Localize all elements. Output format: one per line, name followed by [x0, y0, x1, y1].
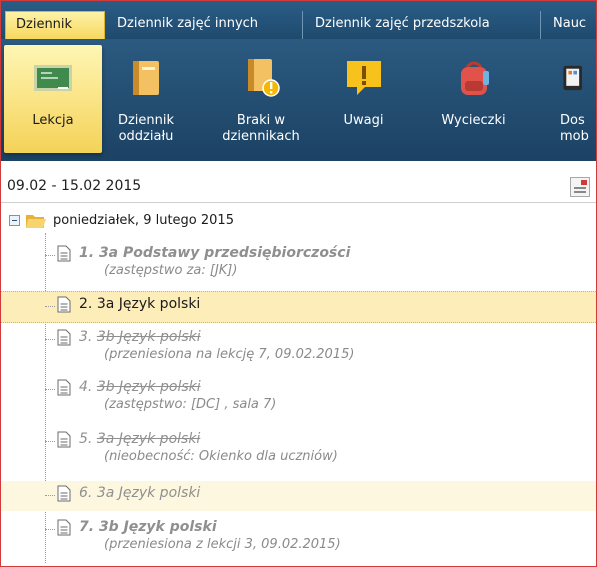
book-icon: [133, 61, 159, 95]
lesson-title: 7. 3b Język polski: [79, 519, 217, 535]
tab-dziennik-zajec-przedszkola[interactable]: Dziennik zajęć przedszkola: [305, 11, 541, 39]
document-icon: [57, 245, 71, 262]
lesson-title: 2. 3a Język polski: [79, 296, 201, 312]
tab-dziennik[interactable]: Dziennik: [5, 11, 105, 39]
lesson-note: (nieobecność: Okienko dla uczniów): [104, 449, 338, 464]
dostep-mobilny-label: Dos mob: [560, 113, 589, 144]
lesson-row-3[interactable]: 3. 3b Język polski (przeniesiona na lekc…: [1, 325, 596, 373]
collapse-icon[interactable]: [9, 215, 20, 226]
blackboard-icon: [34, 65, 72, 91]
ribbon-toolbar: Lekcja Dziennik oddziału Braki w dzienni…: [1, 39, 596, 161]
lesson-note: (zastępstwo: [DC] , sala 7): [104, 397, 277, 412]
lesson-title: 6. 3a Język polski: [79, 485, 201, 501]
document-icon: [57, 379, 71, 396]
dostep-mobilny-button[interactable]: Dos mob: [554, 45, 596, 153]
lesson-title: 5. 3a Język polski: [79, 431, 201, 447]
document-icon: [57, 485, 71, 502]
lesson-row-5[interactable]: 5. 3a Język polski (nieobecność: Okienko…: [1, 427, 596, 475]
document-icon: [57, 519, 71, 536]
lesson-title: 3. 3b Język polski: [79, 329, 201, 345]
dziennik-oddzialu-button[interactable]: Dziennik oddziału: [106, 45, 186, 153]
note-warning-icon: [346, 61, 381, 95]
lesson-row-1[interactable]: 1. 3a Podstawy przedsiębiorczości (zastę…: [1, 241, 596, 289]
day-label: poniedziałek, 9 lutego 2015: [53, 213, 234, 228]
uwagi-button[interactable]: Uwagi: [326, 45, 401, 153]
wycieczki-label: Wycieczki: [441, 113, 506, 128]
braki-w-dziennikach-label: Braki w dziennikach: [222, 113, 300, 144]
open-folder-icon: [26, 215, 46, 228]
tab-nauczyciele[interactable]: Nauc: [543, 11, 596, 39]
braki-w-dziennikach-button[interactable]: Braki w dziennikach: [211, 45, 311, 153]
lesson-title: 1. 3a Podstawy przedsiębiorczości: [79, 245, 351, 261]
lesson-note: (zastępstwo za: [JK]): [104, 263, 238, 278]
mobile-icon: [563, 65, 582, 91]
lesson-note: (przeniesiona z lekcji 3, 09.02.2015): [104, 537, 341, 552]
lesson-row-6[interactable]: 6. 3a Język polski: [1, 481, 596, 511]
document-icon: [57, 329, 71, 346]
lesson-row-4[interactable]: 4. 3b Język polski (zastępstwo: [DC] , s…: [1, 375, 596, 423]
tab-dziennik-zajec-innych[interactable]: Dziennik zajęć innych: [107, 11, 303, 39]
document-icon: [57, 431, 71, 448]
lekcja-label: Lekcja: [32, 113, 74, 128]
date-range-bar: 09.02 - 15.02 2015: [1, 172, 596, 203]
uwagi-label: Uwagi: [343, 113, 384, 128]
tab-bar: Dziennik Dziennik zajęć innych Dziennik …: [1, 1, 596, 39]
lesson-note: (przeniesiona na lekcję 7, 09.02.2015): [104, 347, 355, 362]
backpack-icon: [460, 61, 489, 95]
calendar-icon[interactable]: [570, 177, 590, 197]
lesson-row-7[interactable]: 7. 3b Język polski (przeniesiona z lekcj…: [1, 515, 596, 563]
book-warning-icon: [248, 59, 280, 97]
document-icon: [57, 296, 71, 313]
lesson-row-2[interactable]: 2. 3a Język polski: [1, 291, 596, 323]
lekcja-button[interactable]: Lekcja: [4, 45, 102, 153]
dziennik-oddzialu-label: Dziennik oddziału: [117, 113, 175, 144]
lesson-title: 4. 3b Język polski: [79, 379, 201, 395]
lesson-tree: poniedziałek, 9 lutego 2015 1. 3a Podsta…: [1, 203, 596, 565]
date-range-text: 09.02 - 15.02 2015: [7, 178, 142, 194]
wycieczki-button[interactable]: Wycieczki: [426, 45, 521, 153]
